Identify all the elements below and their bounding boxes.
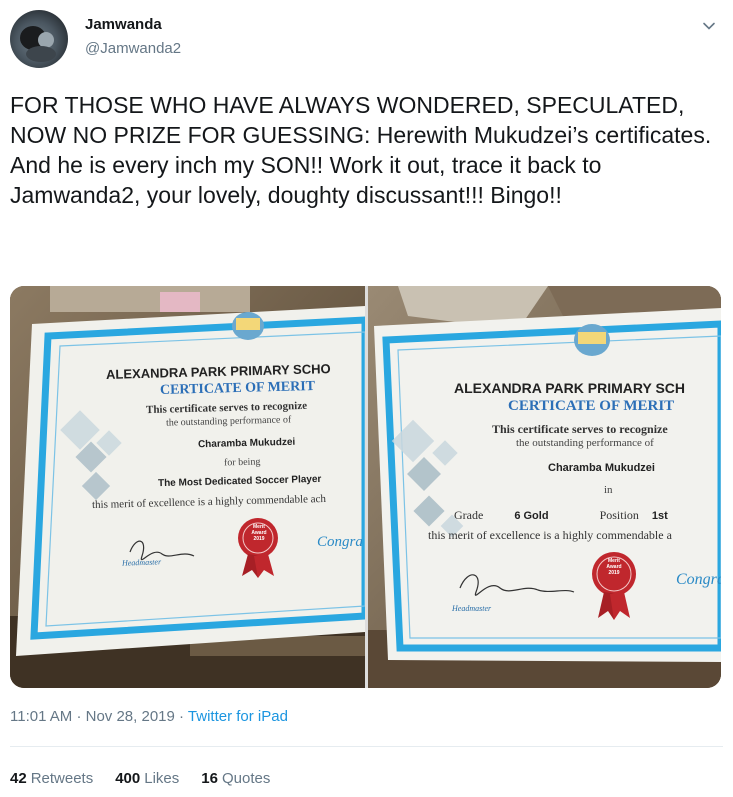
seal-line: 2019 — [608, 570, 620, 576]
likes-label: Likes — [144, 770, 180, 787]
grade-value: 6 Gold — [514, 510, 549, 522]
certificate-2-serves: This certificate serves to recognize — [492, 422, 668, 436]
avatar[interactable] — [10, 10, 68, 68]
position-label: Position — [599, 508, 639, 522]
likes-stat[interactable]: 400 Likes — [115, 770, 179, 787]
certificate-2-name: Charamba Mukudzei — [548, 462, 655, 474]
certificate-2-seal: Merit Award 2019 — [599, 558, 629, 576]
certificate-2-performance: the outstanding performance of — [516, 437, 654, 449]
retweets-label: Retweets — [30, 770, 94, 787]
certificate-2-in-label: in — [604, 484, 613, 496]
certificate-2-school: ALEXANDRA PARK PRIMARY SCH — [454, 380, 686, 396]
certificate-photo-2[interactable]: ALEXANDRA PARK PRIMARY SCH CERTICATE OF … — [368, 286, 721, 688]
certificate-photo-1[interactable]: ALEXANDRA PARK PRIMARY SCHO CERTICATE OF… — [10, 286, 365, 688]
certificate-2-footer: this merit of excellence is a highly com… — [428, 528, 672, 542]
position-value: 1st — [651, 510, 668, 522]
tweet-header: Jamwanda @Jamwanda2 — [10, 10, 723, 70]
grade-label: Grade — [454, 508, 484, 522]
certificate-1-congrats: Congratul — [317, 534, 362, 550]
chevron-down-icon[interactable] — [701, 18, 717, 34]
certificate-2-signature-area: Congratul — [459, 552, 721, 620]
tweet-source-link[interactable]: Twitter for iPad — [188, 708, 288, 725]
author-handle[interactable]: @Jamwanda2 — [85, 40, 181, 57]
tweet-date[interactable]: Nov 28, 2019 — [86, 708, 175, 725]
divider — [10, 746, 723, 747]
certificate-1-signature-area: Congratul — [129, 518, 362, 578]
certificate-1-seal: Merit Award 2019 — [246, 524, 272, 542]
quotes-label: Quotes — [221, 770, 271, 787]
tweet-text: FOR THOSE WHO HAVE ALWAYS WONDERED, SPEC… — [10, 92, 717, 208]
tweet-media[interactable]: ALEXANDRA PARK PRIMARY SCHO CERTICATE OF… — [10, 286, 721, 688]
tweet-time[interactable]: 11:01 AM — [10, 708, 72, 725]
certificate-2-title: CERTICATE OF MERIT — [508, 398, 675, 414]
certificate-2-sign-label: Headmaster — [452, 604, 492, 613]
seal-line: 2019 — [253, 536, 265, 542]
quotes-stat[interactable]: 16 Quotes — [201, 770, 270, 787]
certificate-2-grade-line: Grade 6 Gold Position 1st — [454, 508, 668, 523]
author-display-name[interactable]: Jamwanda — [85, 16, 162, 33]
retweets-count: 42 — [10, 770, 27, 787]
retweets-stat[interactable]: 42 Retweets — [10, 770, 93, 787]
tweet-meta: 11:01 AM · Nov 28, 2019 · Twitter for iP… — [10, 708, 288, 725]
certificate-2-congrats: Congratul — [676, 571, 721, 588]
certificate-1-for-label: for being — [223, 456, 261, 469]
meta-separator: · — [76, 708, 82, 725]
quotes-count: 16 — [201, 770, 218, 787]
meta-separator: · — [179, 708, 185, 725]
tweet-stats: 42 Retweets 400 Likes 16 Quotes — [10, 770, 270, 787]
likes-count: 400 — [115, 770, 141, 787]
certificate-1-sign-label: Headmaster — [121, 557, 162, 568]
